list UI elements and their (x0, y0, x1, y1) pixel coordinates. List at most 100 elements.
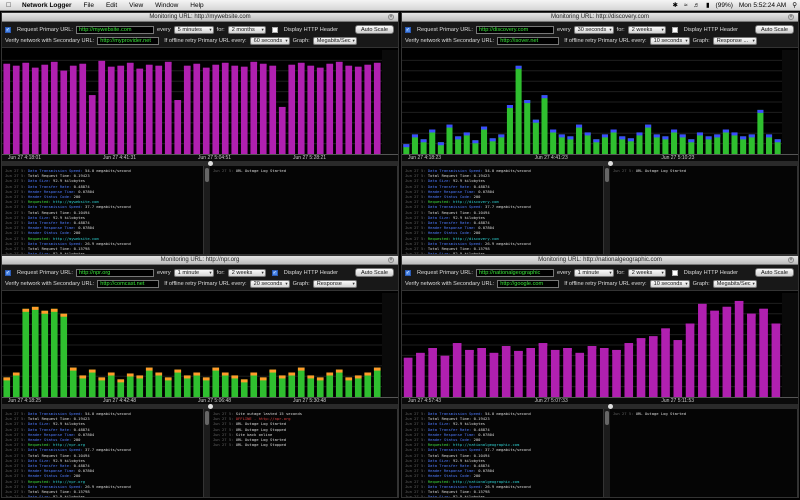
for-label: for: (216, 26, 225, 33)
bar-cap (50, 308, 58, 312)
spotlight-icon[interactable]: ⚲ (792, 1, 797, 9)
graph-type-select[interactable]: Response ▾ (312, 279, 357, 288)
for-label: for: (616, 26, 625, 33)
retry-select[interactable]: 10 seconds ▾ (649, 279, 690, 288)
secondary-url-field[interactable]: http://isover.net (497, 36, 560, 45)
display-http-checkbox[interactable] (671, 269, 678, 276)
auto-scale-button[interactable]: Auto Scale (354, 25, 394, 34)
close-icon[interactable]: × (388, 257, 394, 263)
log-scrollbar[interactable] (203, 166, 210, 254)
duration-select[interactable]: 2 weeks ▾ (227, 268, 266, 277)
bar-cap (231, 375, 239, 379)
retry-select[interactable]: 10 seconds ▾ (649, 36, 690, 45)
request-primary-checkbox[interactable]: ✓ (5, 269, 11, 276)
bar-cap (498, 134, 505, 138)
transmission-log[interactable]: Jun 27 5: Data Transmission Speed: 54.0 … (402, 166, 604, 254)
bar (60, 70, 68, 154)
transmission-log[interactable]: Jun 27 5: Data Transmission Speed: 54.0 … (2, 409, 204, 497)
secondary-url-field[interactable]: http://comcast.net (97, 279, 160, 288)
outage-log[interactable]: Jun 27 5: Site outage lasted 15 seconds J… (209, 409, 398, 497)
offline-retry-label: If offline retry Primary URL every: (164, 280, 247, 287)
menu-edit[interactable]: Edit (106, 2, 117, 9)
bar-cap (136, 375, 144, 379)
primary-url-field[interactable]: http://nationalgeographic (475, 268, 554, 277)
volume-icon[interactable]: ♬ (693, 2, 700, 9)
menu-file[interactable]: File (83, 2, 93, 9)
graph-type-select[interactable]: Megabits/Sec ▾ (712, 279, 757, 288)
battery-icon[interactable]: ▮ (706, 1, 710, 9)
log-scrollbar[interactable] (603, 409, 610, 497)
request-primary-checkbox[interactable]: ✓ (5, 26, 11, 33)
close-icon[interactable]: × (788, 257, 794, 263)
primary-url-field[interactable]: http://discovery.com (475, 25, 554, 34)
bar-cap (685, 323, 695, 327)
controls: ✓ Request Primary URL: http://discovery.… (402, 22, 798, 48)
bar-cap (722, 306, 732, 310)
outage-log[interactable]: Jun 27 5: URL Outage Log Started (609, 409, 798, 497)
duration-select[interactable]: 2 weeks ▾ (627, 268, 666, 277)
bar-cap (240, 66, 248, 70)
bar (477, 348, 486, 397)
graph-type-select[interactable]: Megabits/Sec ▾ (312, 36, 357, 45)
close-icon[interactable]: × (788, 14, 794, 20)
log-scrollbar[interactable] (203, 409, 210, 497)
primary-url-field[interactable]: http://npr.org (75, 268, 154, 277)
request-primary-checkbox[interactable]: ✓ (405, 26, 411, 33)
app-menu[interactable]: Network Logger (22, 2, 71, 9)
bar-cap (107, 66, 115, 70)
bar-cap (649, 336, 658, 340)
bar-cap (766, 134, 773, 138)
bar-cap (364, 372, 372, 376)
retry-select[interactable]: 60 seconds ▾ (249, 36, 290, 45)
menu-view[interactable]: View (129, 2, 143, 9)
bar (575, 352, 585, 397)
bar-cap (601, 134, 608, 138)
display-http-checkbox[interactable]: ✓ (271, 269, 278, 276)
interval-select[interactable]: 1 minute ▾ (573, 268, 614, 277)
transmission-log[interactable]: Jun 27 5: Data Transmission Speed: 54.0 … (2, 166, 204, 254)
display-http-checkbox[interactable] (271, 26, 278, 33)
apple-menu-icon[interactable]:  (6, 2, 16, 9)
every-label: every (156, 269, 171, 276)
auto-scale-button[interactable]: Auto Scale (354, 268, 394, 277)
secondary-url-field[interactable]: http://myprovider.net (97, 36, 160, 45)
secondary-url-field[interactable]: http://google.com (497, 279, 560, 288)
primary-url-field[interactable]: http://mywebsite.com (75, 25, 154, 34)
offline-retry-label: If offline retry Primary URL every: (564, 37, 647, 44)
bluetooth-icon[interactable]: ✱ (672, 1, 677, 9)
display-http-label: Display HTTP Header (683, 26, 739, 33)
display-http-checkbox[interactable] (671, 26, 678, 33)
outage-log[interactable]: Jun 27 5: URL Outage Log Started (609, 166, 798, 254)
menu-help[interactable]: Help (190, 2, 203, 9)
close-icon[interactable]: × (388, 14, 394, 20)
bar-cap (183, 375, 191, 379)
wifi-icon[interactable]: ≈ (684, 2, 688, 9)
graph-type-select[interactable]: Response ... ▾ (712, 36, 757, 45)
duration-select[interactable]: 2 months ▾ (227, 25, 266, 34)
bar-cap (429, 129, 436, 133)
bar-cap (335, 61, 343, 65)
interval-select[interactable]: 30 seconds ▾ (573, 25, 614, 34)
retry-select[interactable]: 20 seconds ▾ (249, 279, 290, 288)
bar-cap (636, 338, 646, 342)
clock[interactable]: Mon 5:52:24 AM (739, 2, 786, 9)
request-primary-checkbox[interactable]: ✓ (405, 269, 411, 276)
bar-cap (117, 379, 125, 383)
log-scrollbar[interactable] (603, 166, 610, 254)
interval-select[interactable]: 1 minute ▾ (173, 268, 214, 277)
transmission-log[interactable]: Jun 27 5: Data Transmission Speed: 54.0 … (402, 409, 604, 497)
auto-scale-button[interactable]: Auto Scale (754, 25, 794, 34)
bar (193, 63, 201, 154)
interval-select[interactable]: 5 minutes ▾ (173, 25, 214, 34)
bar (174, 369, 182, 397)
bar (541, 95, 548, 154)
outage-log[interactable]: Jun 27 5: URL Outage Log Started (209, 166, 398, 254)
bar-cap (722, 129, 729, 133)
duration-select[interactable]: 2 weeks ▾ (627, 25, 666, 34)
bar-cap (563, 348, 572, 351)
auto-scale-button[interactable]: Auto Scale (754, 268, 794, 277)
bar (69, 367, 77, 397)
bar (710, 310, 719, 397)
bar-cap (465, 349, 474, 353)
menu-window[interactable]: Window (155, 2, 178, 9)
